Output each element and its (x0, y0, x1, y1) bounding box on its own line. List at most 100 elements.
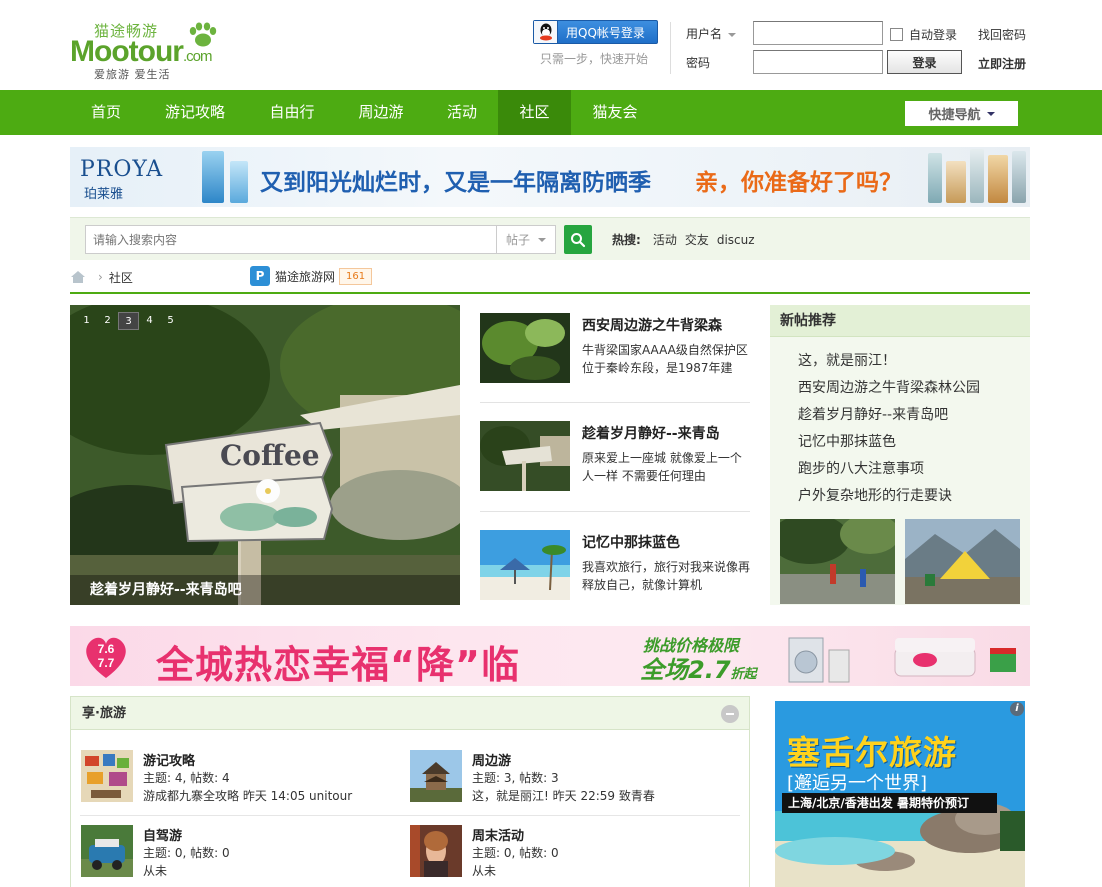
banner-line2-suffix: 折起 (730, 667, 757, 682)
ad-subtitle: [邂逅另一个世界] (787, 773, 928, 794)
nav-item-cat-club[interactable]: 猫友会 (571, 90, 659, 135)
username-type-selector[interactable]: 用户名 (686, 25, 737, 42)
article-divider (480, 511, 750, 512)
logo[interactable]: Mootour.com (70, 35, 212, 69)
breadcrumb-current[interactable]: 社区 (109, 269, 133, 286)
board-last-post: 从未 (143, 864, 168, 878)
register-link[interactable]: 立即注册 (978, 55, 1026, 72)
slide-dot[interactable]: 1 (76, 312, 97, 330)
new-post-link[interactable]: 跑步的八大注意事项 (798, 458, 980, 485)
new-posts-title: 新帖推荐 (770, 305, 1030, 337)
auto-login-checkbox[interactable] (890, 28, 903, 41)
product-bottle-icon (946, 161, 966, 203)
collapse-icon[interactable] (721, 705, 739, 723)
slideshow-image[interactable]: Coffee (70, 305, 460, 605)
search-type-select[interactable]: 帖子 (496, 225, 556, 254)
article-title[interactable]: 趁着岁月静好--来青岛 (582, 423, 720, 443)
hot-search-term[interactable]: discuz (717, 233, 755, 247)
username-label: 用户名 (686, 27, 723, 41)
chevron-down-icon (728, 32, 737, 37)
article-item[interactable]: 趁着岁月静好--来青岛 原来爱上一座城 就像爱上一个人一样 不需要任何理由 (480, 421, 750, 491)
forum-board[interactable]: 自驾游 主题: 0, 帖数: 0 从未 (81, 825, 401, 885)
site-logo-icon: P (250, 266, 270, 286)
nav-item-home[interactable]: 首页 (70, 90, 142, 135)
board-thumbnail (81, 825, 133, 877)
board-last-post[interactable]: 游成都九寨全攻略 昨天 14:05 unitour (143, 787, 352, 804)
site-link[interactable]: P 猫途旅游网 161 (250, 266, 373, 286)
info-icon[interactable]: i (1010, 702, 1024, 716)
new-posts-list: 这，就是丽江！ 西安周边游之牛背梁森林公园 趁着岁月静好--来青岛吧 记忆中那抹… (798, 350, 980, 512)
forum-board[interactable]: 周边游 主题: 3, 帖数: 3 这，就是丽江! 昨天 22:59 致青春 (410, 750, 730, 810)
product-bottle-icon (988, 155, 1008, 203)
login-button[interactable]: 登录 (887, 50, 962, 74)
heart-icon: 7.6 7.7 (86, 637, 126, 678)
nav-item-nearby[interactable]: 周边游 (336, 90, 426, 135)
new-post-link[interactable]: 西安周边游之牛背梁森林公园 (798, 377, 980, 404)
hot-search-term[interactable]: 交友 (685, 233, 709, 247)
slideshow-pagination: 1 2 3 4 5 (76, 312, 181, 330)
mid-ad-banner[interactable]: 7.6 7.7 全城热恋幸福“降”临 挑战价格极限 全场2.7折起 (70, 626, 1030, 686)
auto-login-option[interactable]: 自动登录 (890, 26, 957, 43)
nav-item-events[interactable]: 活动 (426, 90, 498, 135)
new-post-link[interactable]: 户外复杂地形的行走要诀 (798, 485, 980, 512)
article-item[interactable]: 记忆中那抹蓝色 我喜欢旅行，旅行对我来说像再释放自己，就像计算机 (480, 530, 750, 600)
article-divider (480, 402, 750, 403)
top-ad-banner[interactable]: PROYA 珀莱雅 又到阳光灿烂时，又是一年隔离防晒季 亲，你准备好了吗？ (70, 147, 1030, 207)
article-thumbnail (480, 530, 570, 600)
board-divider (80, 815, 740, 816)
forum-board[interactable]: 周末活动 主题: 0, 帖数: 0 从未 (410, 825, 730, 885)
new-post-link[interactable]: 记忆中那抹蓝色 (798, 431, 980, 458)
main-nav: 首页 游记攻略 自由行 周边游 活动 社区 猫友会 快捷导航 (0, 90, 1102, 135)
nav-item-free-travel[interactable]: 自由行 (248, 90, 336, 135)
banner-brand-cn: 珀莱雅 (84, 187, 124, 202)
new-post-photo[interactable] (905, 519, 1020, 604)
board-stats: 主题: 0, 帖数: 0 (143, 846, 230, 860)
board-name[interactable]: 周边游 (472, 750, 511, 769)
slide-dot-active[interactable]: 3 (118, 312, 139, 330)
logo-text: Mootour (70, 35, 184, 68)
qq-login-button[interactable]: 用QQ帐号登录 (533, 20, 658, 44)
search-input[interactable] (85, 225, 497, 254)
hot-search-term[interactable]: 活动 (653, 233, 677, 247)
home-icon[interactable] (70, 270, 86, 284)
ad-strip: 上海/北京/香港出发 暑期特价预订 (782, 793, 997, 813)
board-last-post[interactable]: 这，就是丽江! 昨天 22:59 致青春 (472, 787, 655, 804)
hot-search-label: 热搜: (612, 233, 641, 247)
logo-com: .com (182, 48, 212, 65)
board-stats: 主题: 4, 帖数: 4 (143, 771, 230, 785)
slideshow-caption[interactable]: 趁着岁月静好--来青岛吧 (70, 575, 460, 605)
password-input[interactable] (753, 50, 883, 74)
quick-nav-button[interactable]: 快捷导航 (905, 101, 1018, 126)
article-item[interactable]: 西安周边游之牛背梁森 牛背梁国家AAAA级自然保护区位于秦岭东段，是1987年建 (480, 313, 750, 383)
board-name[interactable]: 自驾游 (143, 825, 182, 844)
sign-text: Coffee (220, 439, 320, 472)
site-count-badge: 161 (339, 267, 373, 285)
new-post-link[interactable]: 这，就是丽江！ (798, 350, 980, 377)
hot-searches: 热搜: 活动 交友 discuz (612, 231, 763, 248)
board-thumbnail (410, 825, 462, 877)
product-bottle-icon (202, 151, 224, 203)
search-button[interactable] (564, 225, 592, 254)
article-thumbnail (480, 313, 570, 383)
slide-dot[interactable]: 5 (160, 312, 181, 330)
board-name[interactable]: 周末活动 (472, 825, 524, 844)
article-desc: 牛背梁国家AAAA级自然保护区位于秦岭东段，是1987年建 (582, 343, 748, 375)
nav-item-travel-guides[interactable]: 游记攻略 (142, 90, 248, 135)
forum-board[interactable]: 游记攻略 主题: 4, 帖数: 4 游成都九寨全攻略 昨天 14:05 unit… (81, 750, 401, 810)
auto-login-label: 自动登录 (909, 28, 958, 42)
new-post-photo[interactable] (780, 519, 895, 604)
banner-brand: PROYA (80, 157, 164, 182)
board-name[interactable]: 游记攻略 (143, 750, 195, 769)
logo-slogan: 爱旅游 爱生活 (94, 68, 171, 81)
nav-item-community[interactable]: 社区 (498, 90, 571, 135)
article-title[interactable]: 记忆中那抹蓝色 (582, 532, 680, 552)
qq-login-label: 用QQ帐号登录 (566, 25, 645, 40)
appliance-illustration (788, 637, 1016, 683)
slide-dot[interactable]: 4 (139, 312, 160, 330)
forgot-password-link[interactable]: 找回密码 (978, 26, 1026, 43)
product-bottle-icon (1012, 151, 1026, 203)
slide-dot[interactable]: 2 (97, 312, 118, 330)
article-title[interactable]: 西安周边游之牛背梁森 (582, 315, 722, 335)
username-input[interactable] (753, 21, 883, 45)
new-post-link[interactable]: 趁着岁月静好--来青岛吧 (798, 404, 980, 431)
